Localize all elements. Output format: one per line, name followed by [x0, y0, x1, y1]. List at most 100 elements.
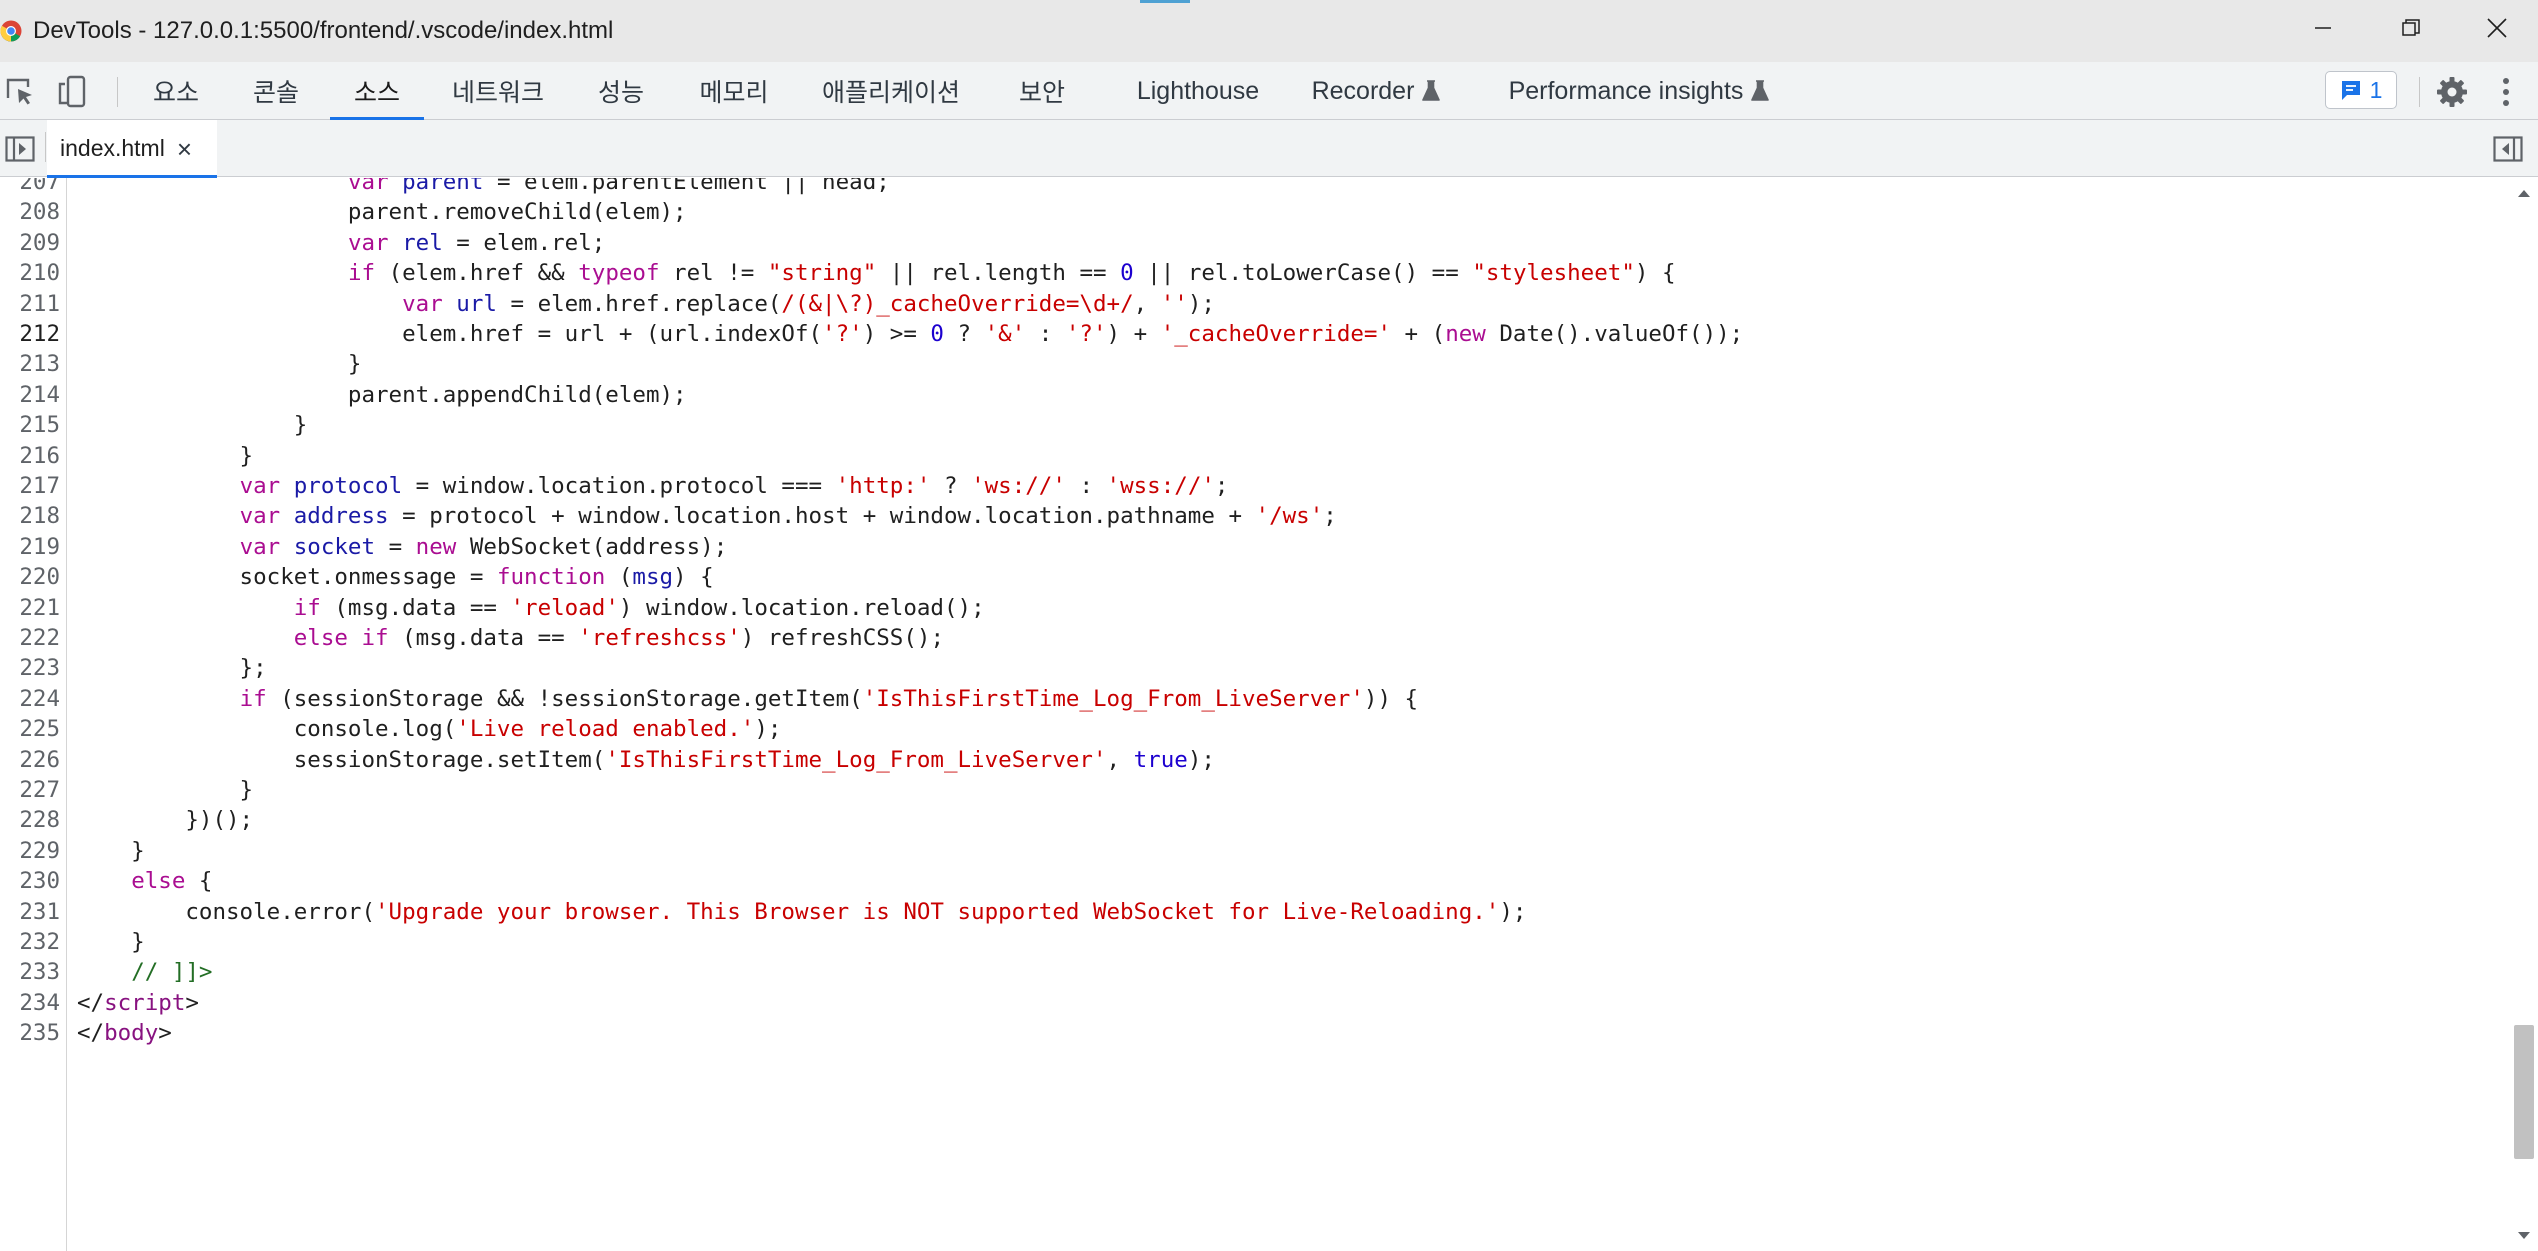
code-line[interactable]: 221 if (msg.data == 'reload') window.loc…: [0, 593, 2510, 623]
code-line[interactable]: 207 var parent = elem.parentElement || h…: [0, 178, 2510, 197]
tab-security[interactable]: 보안: [1002, 62, 1082, 120]
line-number[interactable]: 226: [0, 745, 60, 775]
line-number[interactable]: 225: [0, 714, 60, 744]
code-line[interactable]: 233 // ]]>: [0, 957, 2510, 987]
code-line[interactable]: 227 }: [0, 775, 2510, 805]
more-options-button[interactable]: [2494, 72, 2518, 112]
line-number[interactable]: 208: [0, 197, 60, 227]
code-line[interactable]: 232 }: [0, 927, 2510, 957]
line-number[interactable]: 209: [0, 228, 60, 258]
tab-console[interactable]: 콘솔: [236, 62, 316, 120]
tab-application[interactable]: 애플리케이션: [806, 62, 976, 120]
code-line[interactable]: 211 var url = elem.href.replace(/(&|\?)_…: [0, 289, 2510, 319]
toggle-debugger-button[interactable]: [2488, 129, 2528, 169]
code-line[interactable]: 224 if (sessionStorage && !sessionStorag…: [0, 684, 2510, 714]
line-number[interactable]: 210: [0, 258, 60, 288]
code-line[interactable]: 213 }: [0, 349, 2510, 379]
close-tab-icon[interactable]: ×: [177, 136, 192, 162]
line-number[interactable]: 229: [0, 836, 60, 866]
code-line[interactable]: 226 sessionStorage.setItem('IsThisFirstT…: [0, 745, 2510, 775]
minimize-button[interactable]: [2280, 0, 2366, 56]
line-code: if (msg.data == 'reload') window.locatio…: [77, 593, 985, 623]
tab-lighthouse[interactable]: Lighthouse: [1122, 62, 1274, 120]
scroll-up-arrow-icon[interactable]: [2517, 188, 2531, 198]
code-line[interactable]: 235 </body>: [0, 1018, 2510, 1048]
line-number[interactable]: 217: [0, 471, 60, 501]
code-line[interactable]: 220 socket.onmessage = function (msg) {: [0, 562, 2510, 592]
tab-performance-insights[interactable]: Performance insights: [1494, 62, 1784, 120]
line-number[interactable]: 219: [0, 532, 60, 562]
code-content[interactable]: 207 var parent = elem.parentElement || h…: [0, 178, 2510, 1251]
line-number[interactable]: 227: [0, 775, 60, 805]
line-number[interactable]: 216: [0, 441, 60, 471]
tab-performance[interactable]: 성능: [581, 62, 661, 120]
code-line[interactable]: 223 };: [0, 653, 2510, 683]
line-number[interactable]: 235: [0, 1018, 60, 1048]
code-line[interactable]: 219 var socket = new WebSocket(address);: [0, 532, 2510, 562]
code-line[interactable]: 210 if (elem.href && typeof rel != "stri…: [0, 258, 2510, 288]
line-number[interactable]: 215: [0, 410, 60, 440]
scroll-down-arrow-icon[interactable]: [2517, 1231, 2531, 1241]
line-number[interactable]: 218: [0, 501, 60, 531]
code-line[interactable]: 230 else {: [0, 866, 2510, 896]
line-number[interactable]: 211: [0, 289, 60, 319]
code-token: function: [496, 564, 606, 591]
inspect-element-button[interactable]: [0, 72, 40, 112]
line-number[interactable]: 214: [0, 380, 60, 410]
tab-memory-label: 메모리: [699, 78, 769, 107]
line-code: </body>: [77, 1018, 172, 1048]
line-number[interactable]: 228: [0, 805, 60, 835]
line-number[interactable]: 212: [0, 319, 60, 349]
code-line[interactable]: 215 }: [0, 410, 2510, 440]
line-number[interactable]: 223: [0, 653, 60, 683]
code-token: (elem.href &&: [375, 260, 579, 287]
line-code: console.log('Live reload enabled.');: [77, 714, 782, 744]
code-line[interactable]: 218 var address = protocol + window.loca…: [0, 501, 2510, 531]
line-number[interactable]: 222: [0, 623, 60, 653]
toggle-navigator-button[interactable]: [0, 129, 40, 169]
scrollbar-thumb[interactable]: [2514, 1025, 2534, 1160]
code-line[interactable]: 222 else if (msg.data == 'refreshcss') r…: [0, 623, 2510, 653]
tab-sources[interactable]: 소스: [330, 62, 424, 120]
line-number[interactable]: 207: [0, 178, 60, 197]
code-line[interactable]: 228 })();: [0, 805, 2510, 835]
issues-counter-button[interactable]: 1: [2325, 71, 2397, 109]
device-toolbar-button[interactable]: [52, 72, 92, 112]
code-editor[interactable]: 207 var parent = elem.parentElement || h…: [0, 178, 2538, 1251]
editor-vertical-scrollbar[interactable]: [2510, 178, 2538, 1251]
line-number[interactable]: 221: [0, 593, 60, 623]
code-line[interactable]: 214 parent.appendChild(elem);: [0, 380, 2510, 410]
code-line[interactable]: 217 var protocol = window.location.proto…: [0, 471, 2510, 501]
line-number[interactable]: 231: [0, 897, 60, 927]
code-line[interactable]: 234 </script>: [0, 988, 2510, 1018]
line-code: if (elem.href && typeof rel != "string" …: [77, 258, 1676, 288]
code-line[interactable]: 231 console.error('Upgrade your browser.…: [0, 897, 2510, 927]
code-line[interactable]: 229 }: [0, 836, 2510, 866]
code-line[interactable]: 212 elem.href = url + (url.indexOf('?') …: [0, 319, 2510, 349]
tab-network[interactable]: 네트워크: [436, 62, 560, 120]
line-number[interactable]: 220: [0, 562, 60, 592]
editor-file-tab[interactable]: index.html ×: [47, 120, 217, 178]
line-number[interactable]: 224: [0, 684, 60, 714]
restore-button[interactable]: [2368, 0, 2454, 56]
tab-recorder[interactable]: Recorder: [1300, 62, 1452, 120]
code-line[interactable]: 208 parent.removeChild(elem);: [0, 197, 2510, 227]
close-window-button[interactable]: [2454, 0, 2538, 56]
code-token: 'IsThisFirstTime_Log_From_LiveServer': [862, 685, 1364, 712]
line-number[interactable]: 232: [0, 927, 60, 957]
code-line[interactable]: 216 }: [0, 441, 2510, 471]
line-number[interactable]: 230: [0, 866, 60, 896]
tab-memory[interactable]: 메모리: [684, 62, 784, 120]
line-number[interactable]: 234: [0, 988, 60, 1018]
tab-elements[interactable]: 요소: [136, 62, 216, 120]
line-code: })();: [77, 805, 253, 835]
code-line[interactable]: 225 console.log('Live reload enabled.');: [0, 714, 2510, 744]
line-number[interactable]: 213: [0, 349, 60, 379]
code-line[interactable]: 209 var rel = elem.rel;: [0, 228, 2510, 258]
line-number[interactable]: 233: [0, 957, 60, 987]
settings-button[interactable]: [2432, 72, 2472, 112]
code-token: + (: [1391, 321, 1446, 347]
